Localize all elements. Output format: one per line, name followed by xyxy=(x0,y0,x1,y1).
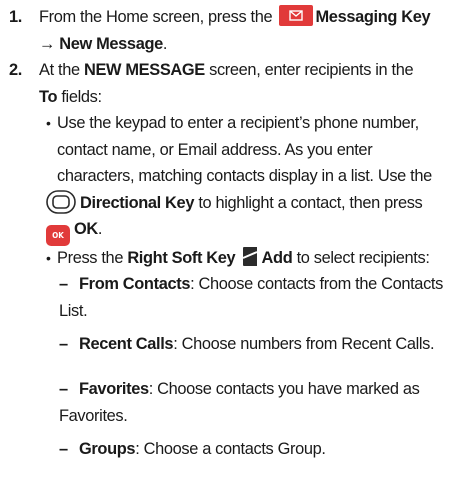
bullet-symbol: • xyxy=(46,115,51,131)
step-line: At the NEW MESSAGE screen, enter recipie… xyxy=(39,57,469,84)
punctuation: . xyxy=(97,220,103,238)
option-label: Recent Calls xyxy=(79,335,174,353)
step-number: 1. xyxy=(9,8,22,26)
dash-symbol: – xyxy=(59,440,68,458)
option-desc: : Choose a contacts Group. xyxy=(135,440,326,458)
option-text: Groups: Choose a contacts Group. xyxy=(79,436,471,463)
step-text-segment: screen, enter recipients in the xyxy=(209,61,414,79)
step-text-segment: From the Home screen, press the xyxy=(39,8,273,26)
option-desc: : Choose numbers from Recent Calls. xyxy=(173,335,435,353)
step-number: 2. xyxy=(9,61,22,79)
dash-symbol: – xyxy=(59,380,68,398)
option-label: Favorites xyxy=(79,380,149,398)
right-soft-key-icon xyxy=(242,246,259,267)
punctuation: . xyxy=(162,34,168,53)
option-line: Favorites: Choose contacts you have mark… xyxy=(79,376,471,403)
step-line: To fields: xyxy=(39,84,469,111)
field-name: To xyxy=(39,87,58,106)
bullet-line: Directional Key to highlight a contact, … xyxy=(46,189,471,217)
step-text: At the NEW MESSAGE screen, enter recipie… xyxy=(39,57,469,110)
bullet-text-segment: to highlight a contact, then press xyxy=(198,193,423,212)
ok-key-icon: OK xyxy=(46,225,70,246)
dash-symbol: – xyxy=(59,335,68,353)
option-text: Favorites: Choose contacts you have mark… xyxy=(59,376,471,429)
bullet-line: OK OK. xyxy=(46,216,471,246)
bullet-line: Press the Right Soft Key Add to select r… xyxy=(57,245,471,272)
step-text-segment: At the xyxy=(39,61,80,79)
bullet-text-segment: Press the xyxy=(57,249,124,267)
option-line: Favorites. xyxy=(59,403,471,430)
ok-key-label: OK xyxy=(74,220,98,238)
option-desc: : Choose contacts from the Contacts xyxy=(190,275,443,293)
bullet-line: characters, matching contacts display in… xyxy=(57,167,432,185)
option-line: Groups: Choose a contacts Group. xyxy=(79,436,471,463)
option-text: Recent Calls: Choose numbers from Recent… xyxy=(79,331,471,358)
step-text-segment: fields: xyxy=(61,87,102,106)
new-message-menu-path: → New Message xyxy=(39,34,163,53)
bullet-text-segment: to select recipients: xyxy=(296,249,430,267)
bullet-symbol: • xyxy=(46,250,51,266)
dash-symbol: – xyxy=(59,275,68,293)
option-desc: Favorites. xyxy=(59,406,128,425)
option-label: From Contacts xyxy=(79,275,191,293)
screen-name: NEW MESSAGE xyxy=(83,61,205,79)
option-desc: List. xyxy=(59,301,88,320)
right-soft-key-label: Right Soft Key xyxy=(127,249,236,267)
bullet-line: contact name, or Email address. As you e… xyxy=(57,140,373,159)
bullet-text: Press the Right Soft Key Add to select r… xyxy=(57,245,471,272)
step-line: → New Message. xyxy=(39,31,469,58)
option-line: From Contacts: Choose contacts from the … xyxy=(79,271,471,298)
option-desc: : Choose contacts you have marked as xyxy=(148,380,420,398)
option-text: From Contacts: Choose contacts from the … xyxy=(59,271,471,324)
directional-pad-icon xyxy=(46,189,76,214)
option-line: List. xyxy=(59,298,471,325)
step-text: From the Home screen, press the Messagin… xyxy=(39,4,469,57)
bullet-text: Use the keypad to enter a recipient’s ph… xyxy=(46,110,471,246)
messaging-key-label: Messaging Key xyxy=(315,8,431,26)
step-line: From the Home screen, press the Messagin… xyxy=(39,4,469,31)
add-action-label: Add xyxy=(261,249,293,267)
option-label: Groups xyxy=(79,440,136,458)
option-line: Recent Calls: Choose numbers from Recent… xyxy=(79,331,471,358)
directional-key-label: Directional Key xyxy=(80,193,195,212)
envelope-icon xyxy=(278,5,313,26)
bullet-line: Use the keypad to enter a recipient’s ph… xyxy=(57,114,419,132)
